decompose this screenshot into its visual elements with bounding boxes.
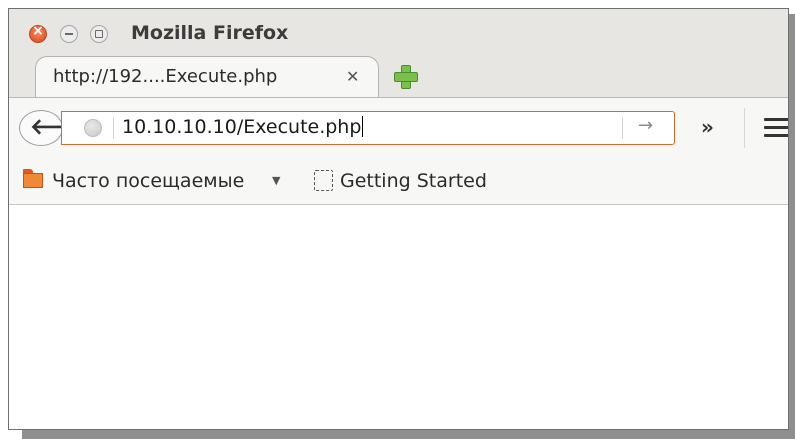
bookmark-getting-started[interactable]: Getting Started: [340, 170, 487, 192]
browser-window: Mozilla Firefox http://192....Execute.ph…: [8, 8, 789, 430]
tab-active[interactable]: http://192....Execute.php ✕: [35, 56, 379, 99]
go-separator: [622, 117, 623, 139]
url-bar[interactable]: 10.10.10.10/Execute.php →: [61, 111, 675, 145]
titlebar: Mozilla Firefox: [9, 9, 788, 49]
toolbar-separator: [744, 108, 745, 148]
page-content: [9, 205, 788, 429]
close-tab-icon[interactable]: ✕: [346, 67, 359, 86]
hamburger-menu-icon[interactable]: [764, 118, 788, 142]
back-button[interactable]: 🡐: [19, 110, 89, 146]
chevron-double-right-icon[interactable]: »: [701, 115, 714, 139]
folder-icon[interactable]: [23, 169, 45, 189]
text-caret: [362, 116, 364, 137]
go-arrow-icon[interactable]: →: [638, 115, 653, 136]
navigation-toolbar: 🡐 10.10.10.10/Execute.php → »: [9, 97, 788, 158]
page-icon[interactable]: [314, 170, 333, 191]
dropdown-arrow-icon[interactable]: ▼: [272, 174, 280, 187]
tab-label: http://192....Execute.php: [53, 66, 278, 87]
new-tab-plus-icon[interactable]: [392, 63, 418, 89]
window-maximize-button[interactable]: [90, 25, 108, 43]
window-shadow-right: [789, 14, 795, 439]
globe-icon: [84, 119, 102, 137]
url-text: 10.10.10.10/Execute.php: [122, 116, 362, 138]
title-tab-strip: Mozilla Firefox http://192....Execute.ph…: [9, 9, 788, 99]
bookmarks-toolbar: Часто посещаемые ▼ Getting Started: [9, 157, 788, 205]
url-input[interactable]: 10.10.10.10/Execute.php: [122, 116, 364, 138]
window-close-button[interactable]: [29, 23, 47, 43]
url-separator: [113, 117, 114, 139]
window-title: Mozilla Firefox: [131, 22, 289, 44]
window-shadow-bottom: [22, 430, 795, 439]
window-minimize-button[interactable]: [60, 25, 78, 43]
bookmark-most-visited[interactable]: Часто посещаемые: [52, 170, 244, 192]
